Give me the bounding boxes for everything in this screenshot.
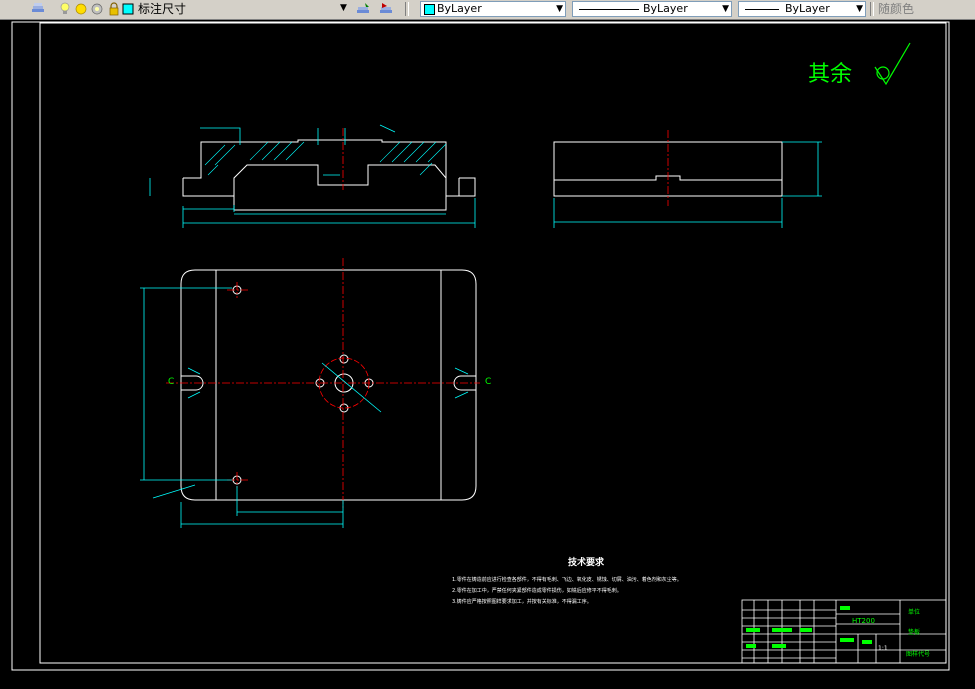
lightbulb-icon[interactable] <box>57 1 73 17</box>
unit-text: 单位 <box>908 608 920 616</box>
lineweight-control-value: ByLayer <box>785 2 830 15</box>
color-swatch-icon <box>424 4 435 15</box>
section-label-right: C <box>485 377 491 387</box>
lineweight-preview <box>745 9 779 10</box>
make-layer-current-icon[interactable] <box>355 1 371 17</box>
requirements-title: 技术要求 <box>568 556 605 568</box>
chevron-down-icon: ▼ <box>856 4 863 14</box>
properties-toolbar: 标注尺寸 ▼ ByLayer ▼ ByLayer ▼ ByLayer ▼ 随颜色 <box>0 0 975 20</box>
surface-note: 其余 <box>808 62 852 87</box>
top-view-dimensions <box>140 287 469 528</box>
linetype-preview <box>579 9 639 10</box>
layer-color-swatch-icon <box>120 1 136 17</box>
plotstyle-control: 随颜色 <box>878 2 915 16</box>
section-label-left: C <box>168 377 174 387</box>
outer-frame <box>11 21 950 671</box>
chevron-down-icon: ▼ <box>722 4 729 14</box>
chevron-down-icon: ▼ <box>556 4 563 14</box>
layer-previous-icon[interactable] <box>378 1 394 17</box>
dimstyle-label[interactable]: 标注尺寸 <box>138 1 186 17</box>
scale-text: 1:1 <box>878 645 888 652</box>
top-view <box>180 269 477 501</box>
material-text: HT200 <box>852 617 875 625</box>
requirement-line-2: 2.零件在加工中，严禁任何夹紧部件造成零件损伤，如铣后应修平不得毛刺。 <box>452 587 622 594</box>
color-control-dropdown[interactable]: ByLayer ▼ <box>420 1 566 17</box>
layer-manager-icon[interactable] <box>30 1 46 17</box>
lineweight-control-dropdown[interactable]: ByLayer ▼ <box>738 1 866 17</box>
requirement-line-1: 1.零件在铸造前应进行检查各部件，不得有毛刺、飞边、氧化皮、锈蚀、切屑、油污、着… <box>452 576 682 583</box>
linetype-control-dropdown[interactable]: ByLayer ▼ <box>572 1 732 17</box>
sun-icon[interactable] <box>73 1 89 17</box>
front-view-hatch <box>204 141 447 176</box>
viewport-freeze-icon[interactable] <box>89 1 105 17</box>
roughness-symbol <box>874 42 911 86</box>
requirement-line-3: 3.铸件应严格按照图样要求加工，并按有关标准，不得漏工序。 <box>452 598 592 605</box>
toolbar-separator <box>870 2 874 16</box>
color-control-value: ByLayer <box>437 2 482 15</box>
drawing-number-text: 图样代号 <box>906 650 930 658</box>
drawing-canvas[interactable]: 其余 C C 技术要求 1.零件在铸造前应进行检查各部件，不得有毛刺、飞边、氧化… <box>0 20 975 685</box>
inner-frame <box>39 22 947 664</box>
toolbar-separator <box>405 2 409 16</box>
linetype-control-value: ByLayer <box>643 2 688 15</box>
dimstyle-dropdown-arrow-icon[interactable]: ▼ <box>340 3 347 13</box>
top-view-centerlines <box>166 258 480 510</box>
part-name-text: 垫板 <box>908 628 920 636</box>
